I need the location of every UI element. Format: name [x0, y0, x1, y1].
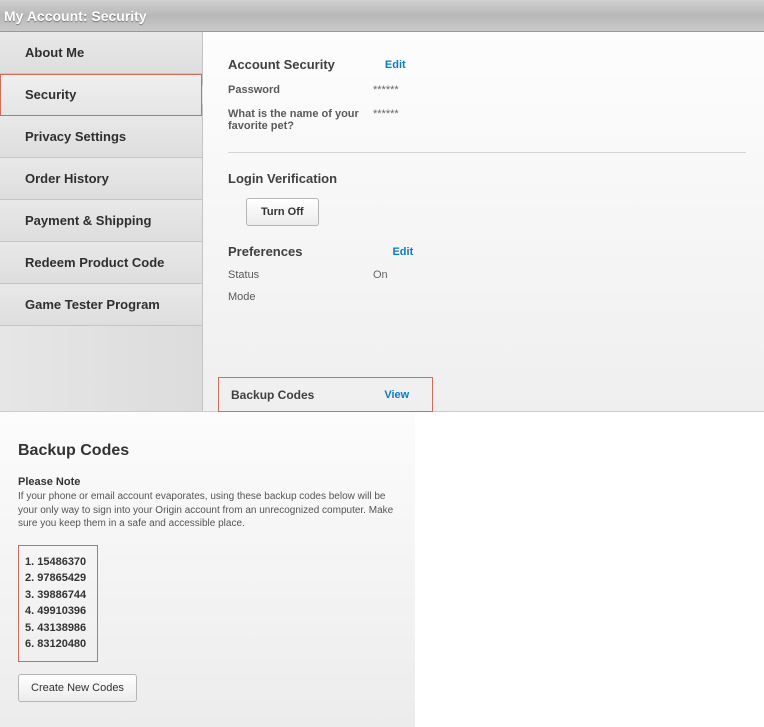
password-label: Password [228, 84, 373, 96]
account-security-edit-link[interactable]: Edit [385, 59, 406, 71]
mode-label: Mode [228, 291, 373, 303]
backup-codes-panel: Backup Codes Please Note If your phone o… [0, 412, 415, 727]
sidebar-item-label: Payment & Shipping [25, 213, 151, 228]
backup-codes-label: Backup Codes [231, 388, 314, 402]
sidebar-item-label: Order History [25, 171, 109, 186]
sidebar-item-label: About Me [25, 45, 84, 60]
security-question-label: What is the name of your favorite pet? [228, 108, 373, 132]
security-question-value: ****** [373, 108, 399, 132]
backup-code: 5. 43138986 [25, 620, 91, 637]
login-verification-title: Login Verification [228, 171, 337, 186]
content-area: Account Security Edit Password ****** Wh… [203, 32, 764, 411]
sidebar-item-label: Security [25, 87, 76, 102]
please-note-body: If your phone or email account evaporate… [18, 490, 400, 531]
sidebar-item-label: Game Tester Program [25, 297, 160, 312]
upper-panel: About Me Security Privacy Settings Order… [0, 32, 764, 412]
preferences-edit-link[interactable]: Edit [392, 246, 413, 258]
account-security-header: Account Security Edit [228, 57, 746, 72]
turn-off-button[interactable]: Turn Off [246, 198, 319, 226]
password-value: ****** [373, 84, 399, 96]
sidebar-item-order-history[interactable]: Order History [0, 158, 202, 200]
sidebar: About Me Security Privacy Settings Order… [0, 32, 203, 411]
please-note-title: Please Note [18, 476, 400, 488]
security-question-row: What is the name of your favorite pet? *… [228, 108, 746, 132]
sidebar-item-redeem-product-code[interactable]: Redeem Product Code [0, 242, 202, 284]
sidebar-item-payment-shipping[interactable]: Payment & Shipping [0, 200, 202, 242]
sidebar-item-about-me[interactable]: About Me [0, 32, 202, 74]
sidebar-item-label: Redeem Product Code [25, 255, 164, 270]
divider [228, 152, 746, 153]
backup-codes-row: Backup Codes View [218, 377, 433, 412]
account-security-title: Account Security [228, 57, 335, 72]
backup-codes-panel-title: Backup Codes [18, 442, 400, 460]
backup-codes-view-link[interactable]: View [384, 389, 409, 401]
backup-code: 3. 39886744 [25, 587, 91, 604]
sidebar-item-security[interactable]: Security [0, 74, 202, 116]
sidebar-item-label: Privacy Settings [25, 129, 126, 144]
status-value: On [373, 269, 388, 281]
top-header: My Account: Security [0, 0, 764, 32]
backup-code: 4. 49910396 [25, 603, 91, 620]
sidebar-item-privacy-settings[interactable]: Privacy Settings [0, 116, 202, 158]
page-title: My Account: Security [4, 8, 147, 24]
backup-code: 1. 15486370 [25, 554, 91, 571]
backup-code: 6. 83120480 [25, 636, 91, 653]
preferences-title: Preferences [228, 244, 302, 259]
backup-code: 2. 97865429 [25, 570, 91, 587]
sidebar-item-game-tester-program[interactable]: Game Tester Program [0, 284, 202, 326]
backup-codes-list: 1. 15486370 2. 97865429 3. 39886744 4. 4… [18, 545, 98, 662]
create-new-codes-button[interactable]: Create New Codes [18, 674, 137, 702]
status-label: Status [228, 269, 373, 281]
preferences-section: Preferences Edit Status On Mode [228, 244, 746, 303]
mode-row: Mode [228, 291, 746, 303]
login-verification-section: Login Verification Turn Off [228, 171, 746, 226]
status-row: Status On [228, 269, 746, 281]
password-row: Password ****** [228, 84, 746, 96]
